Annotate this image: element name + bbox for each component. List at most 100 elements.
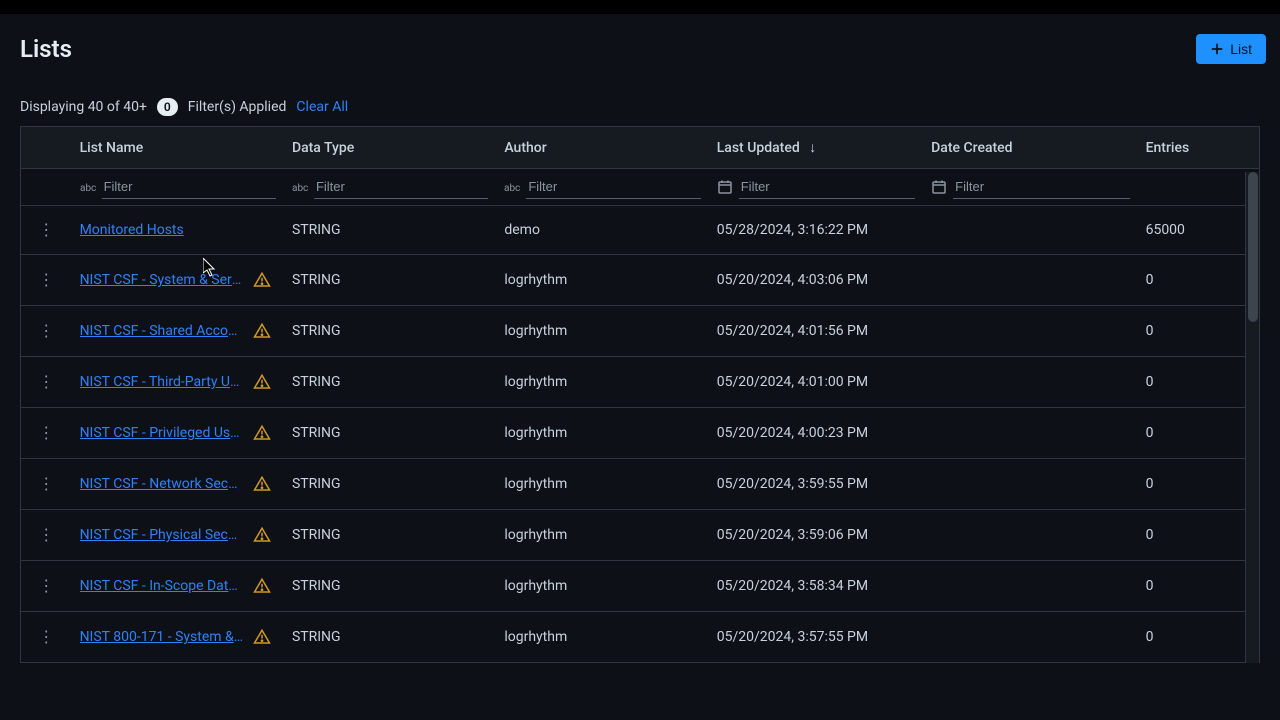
displaying-count: Displaying 40 of 40+ — [20, 99, 147, 115]
cell-data-type: STRING — [284, 206, 496, 255]
text-filter-icon: abc — [80, 179, 96, 195]
list-name-link[interactable]: NIST CSF - Privileged Users — [80, 425, 245, 441]
cell-author: logrhythm — [496, 459, 708, 510]
new-list-button[interactable]: List — [1196, 34, 1266, 64]
cell-data-type: STRING — [284, 510, 496, 561]
col-header-actions — [21, 127, 72, 169]
row-menu-button[interactable]: ⋮ — [21, 206, 72, 255]
cell-last-updated: 05/20/2024, 4:01:56 PM — [709, 306, 923, 357]
cell-entries: 0 — [1138, 306, 1259, 357]
cell-entries: 0 — [1138, 255, 1259, 306]
cell-data-type: STRING — [284, 306, 496, 357]
row-menu-button[interactable]: ⋮ — [21, 408, 72, 459]
col-header-entries[interactable]: Entries — [1138, 127, 1259, 169]
row-menu-button[interactable]: ⋮ — [21, 357, 72, 408]
table-row: ⋮ NIST CSF - Physical Securi... STRINGlogr… — [21, 510, 1259, 561]
plus-icon — [1210, 42, 1224, 56]
filter-author[interactable] — [526, 175, 700, 199]
table-row: ⋮Monitored HostsSTRINGdemo05/28/2024, 3:… — [21, 206, 1259, 255]
cell-data-type: STRING — [284, 357, 496, 408]
col-header-data-type[interactable]: Data Type — [284, 127, 496, 169]
cell-data-type: STRING — [284, 408, 496, 459]
warning-icon — [253, 373, 271, 391]
warning-icon — [253, 526, 271, 544]
list-name-link[interactable]: NIST CSF - System & Servi... — [80, 272, 245, 288]
page-title: Lists — [20, 35, 72, 63]
col-header-date-created[interactable]: Date Created — [923, 127, 1137, 169]
cell-last-updated: 05/20/2024, 3:59:06 PM — [709, 510, 923, 561]
window-top-bar — [0, 0, 1280, 14]
cell-data-type: STRING — [284, 561, 496, 612]
vertical-scrollbar[interactable] — [1245, 172, 1259, 663]
list-name-link[interactable]: Monitored Hosts — [80, 222, 184, 238]
row-menu-button[interactable]: ⋮ — [21, 510, 72, 561]
cell-author: demo — [496, 206, 708, 255]
cell-date-created — [923, 561, 1137, 612]
cell-entries: 0 — [1138, 357, 1259, 408]
warning-icon — [253, 424, 271, 442]
clear-all-link[interactable]: Clear All — [296, 99, 348, 115]
svg-text:abc: abc — [504, 183, 520, 194]
cell-entries: 0 — [1138, 561, 1259, 612]
new-list-label: List — [1230, 41, 1252, 57]
filters-applied-label: Filter(s) Applied — [188, 99, 287, 115]
cell-author: logrhythm — [496, 561, 708, 612]
calendar-icon — [931, 179, 947, 195]
row-menu-button[interactable]: ⋮ — [21, 459, 72, 510]
cell-data-type: STRING — [284, 255, 496, 306]
cell-entries: 0 — [1138, 459, 1259, 510]
warning-icon — [253, 577, 271, 595]
warning-icon — [253, 322, 271, 340]
cell-entries: 0 — [1138, 510, 1259, 561]
lists-table: List Name Data Type Author Last Updated … — [20, 126, 1260, 663]
row-menu-button[interactable]: ⋮ — [21, 612, 72, 663]
list-name-link[interactable]: NIST 800-171 - System & ... — [80, 629, 245, 645]
cell-last-updated: 05/20/2024, 4:03:06 PM — [709, 255, 923, 306]
cell-last-updated: 05/20/2024, 3:58:34 PM — [709, 561, 923, 612]
table-row: ⋮ NIST CSF - Third-Party Us... STRINGlogrh… — [21, 357, 1259, 408]
col-header-author[interactable]: Author — [496, 127, 708, 169]
cell-date-created — [923, 255, 1137, 306]
scrollbar-thumb[interactable] — [1248, 172, 1258, 322]
cell-date-created — [923, 357, 1137, 408]
warning-icon — [253, 628, 271, 646]
cell-date-created — [923, 612, 1137, 663]
list-name-link[interactable]: NIST CSF - In-Scope Data ... — [80, 578, 245, 594]
cell-author: logrhythm — [496, 357, 708, 408]
svg-text:abc: abc — [292, 183, 308, 194]
list-name-link[interactable]: NIST CSF - Shared Accounts — [80, 323, 245, 339]
filter-last-updated[interactable] — [739, 175, 915, 199]
cell-author: logrhythm — [496, 510, 708, 561]
list-name-link[interactable]: NIST CSF - Third-Party Us... — [80, 374, 245, 390]
cell-date-created — [923, 206, 1137, 255]
cell-date-created — [923, 459, 1137, 510]
filter-list-name[interactable] — [102, 175, 276, 199]
table-row: ⋮NIST 800-171 - System & ...STRINGlogrhy… — [21, 612, 1259, 663]
warning-icon — [253, 271, 271, 289]
sort-desc-icon: ↓ — [809, 140, 816, 156]
cell-date-created — [923, 408, 1137, 459]
table-row: ⋮NIST CSF - System & Servi...STRINGlogrh… — [21, 255, 1259, 306]
cell-last-updated: 05/20/2024, 4:01:00 PM — [709, 357, 923, 408]
row-menu-button[interactable]: ⋮ — [21, 561, 72, 612]
cell-entries: 65000 — [1138, 206, 1259, 255]
row-menu-button[interactable]: ⋮ — [21, 255, 72, 306]
warning-icon — [253, 475, 271, 493]
list-name-link[interactable]: NIST CSF - Physical Securi... — [80, 527, 245, 543]
filter-count-badge: 0 — [157, 98, 178, 116]
cell-date-created — [923, 306, 1137, 357]
text-filter-icon: abc — [292, 179, 308, 195]
list-name-link[interactable]: NIST CSF - Network Secur... — [80, 476, 245, 492]
svg-text:abc: abc — [80, 183, 96, 194]
filter-date-created[interactable] — [953, 175, 1129, 199]
cell-last-updated: 05/20/2024, 4:00:23 PM — [709, 408, 923, 459]
col-header-last-updated[interactable]: Last Updated ↓ — [709, 127, 923, 169]
cell-entries: 0 — [1138, 408, 1259, 459]
col-header-list-name[interactable]: List Name — [72, 127, 284, 169]
filter-data-type[interactable] — [314, 175, 488, 199]
cell-last-updated: 05/20/2024, 3:59:55 PM — [709, 459, 923, 510]
table-row: ⋮ NIST CSF - In-Scope Data ... STRINGlogrh… — [21, 561, 1259, 612]
table-row: ⋮NIST CSF - Shared AccountsSTRINGlogrhyt… — [21, 306, 1259, 357]
row-menu-button[interactable]: ⋮ — [21, 306, 72, 357]
cell-last-updated: 05/20/2024, 3:57:55 PM — [709, 612, 923, 663]
